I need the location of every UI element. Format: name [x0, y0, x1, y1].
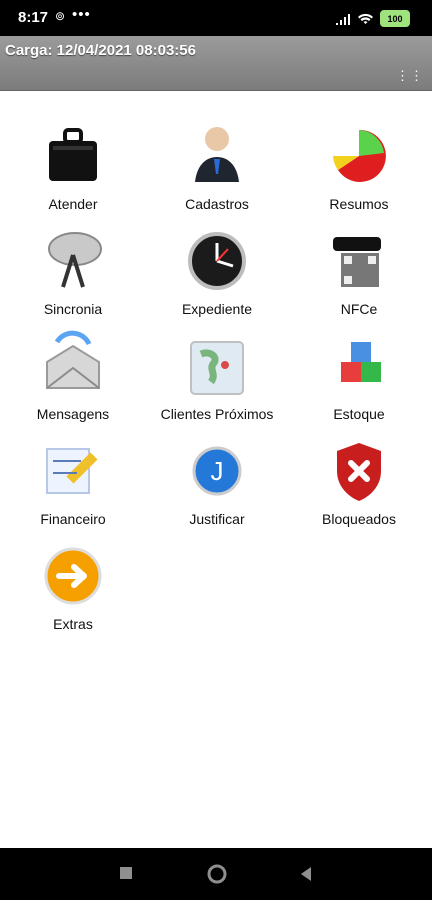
menu-label: NFCe	[340, 301, 378, 317]
battery-icon: 100	[380, 10, 410, 27]
menu-label: Sincronia	[43, 301, 103, 317]
envelope-icon	[37, 330, 109, 402]
briefcase-icon	[37, 120, 109, 192]
menu-item-clientes-proximos[interactable]: Clientes Próximos	[147, 330, 287, 422]
menu-label: Atender	[48, 196, 98, 212]
menu-item-extras[interactable]: Extras	[3, 540, 143, 632]
wifi-icon	[358, 13, 373, 24]
menu-item-estoque[interactable]: Estoque	[289, 330, 429, 422]
back-triangle-icon	[301, 867, 311, 881]
app-title: Carga: 12/04/2021 08:03:56	[5, 42, 196, 59]
menu-item-expediente[interactable]: Expediente	[147, 225, 287, 317]
satellite-dish-icon	[37, 225, 109, 297]
menu-item-justificar[interactable]: J Justificar	[147, 435, 287, 527]
menu-label: Expediente	[181, 301, 253, 317]
menu-item-sincronia[interactable]: Sincronia	[3, 225, 143, 317]
map-icon	[181, 330, 253, 402]
more-notifications-icon: •••	[72, 6, 91, 23]
menu-item-financeiro[interactable]: Financeiro	[3, 435, 143, 527]
back-button[interactable]	[297, 865, 315, 888]
menu-label: Cadastros	[185, 196, 249, 212]
user-icon	[181, 120, 253, 192]
menu-label: Justificar	[189, 511, 245, 527]
pie-chart-icon	[323, 120, 395, 192]
menu-label: Estoque	[333, 406, 385, 422]
status-bar: 8:17 ⊚ ••• 100	[0, 0, 432, 36]
menu-item-atender[interactable]: Atender	[3, 120, 143, 212]
menu-label: Clientes Próximos	[160, 406, 274, 422]
menu-label: Mensagens	[36, 406, 110, 422]
menu-label: Financeiro	[40, 511, 106, 527]
blocked-shield-icon	[323, 435, 395, 507]
notification-icon: ⊚	[55, 9, 66, 23]
app-bar: Carga: 12/04/2021 08:03:56 ⋮⋮	[0, 36, 432, 91]
menu-label: Resumos	[329, 196, 389, 212]
circle-icon	[207, 864, 227, 884]
menu-item-resumos[interactable]: Resumos	[289, 120, 429, 212]
menu-item-nfce[interactable]: NFCe	[289, 225, 429, 317]
svg-text:J: J	[211, 456, 224, 486]
signal-icon	[336, 13, 350, 25]
status-time: 8:17	[18, 9, 49, 26]
cubes-icon	[323, 330, 395, 402]
menu-item-bloqueados[interactable]: Bloqueados	[289, 435, 429, 527]
menu-item-cadastros[interactable]: Cadastros	[147, 120, 287, 212]
overflow-menu-icon[interactable]: ⋮⋮	[396, 68, 424, 84]
navigation-bar	[0, 848, 432, 900]
square-icon	[120, 867, 132, 879]
math-ruler-icon	[37, 435, 109, 507]
j-button-icon: J	[181, 435, 253, 507]
status-right: 100	[335, 10, 410, 27]
menu-label: Bloqueados	[322, 511, 396, 527]
menu-item-mensagens[interactable]: Mensagens	[3, 330, 143, 422]
arrow-circle-icon	[37, 540, 109, 612]
home-button[interactable]	[206, 863, 228, 890]
phone-qr-icon	[323, 225, 395, 297]
clock-icon	[181, 225, 253, 297]
menu-label: Extras	[53, 616, 93, 632]
recents-button[interactable]	[117, 864, 135, 887]
